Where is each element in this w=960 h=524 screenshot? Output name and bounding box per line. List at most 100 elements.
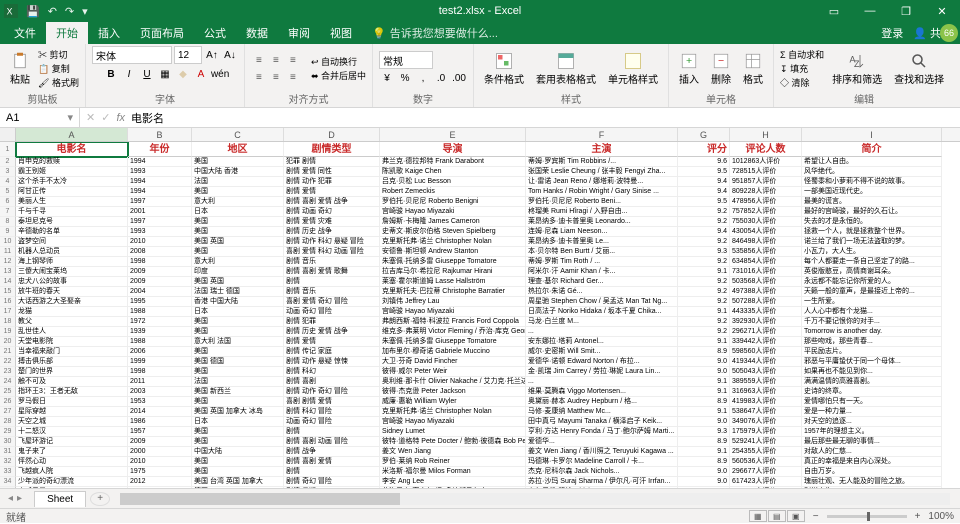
data-cell[interactable]: 田中真弓 Mayumi Tanaka / 横泽启子 Keik... xyxy=(526,417,678,427)
data-cell[interactable]: 9.2 xyxy=(678,277,730,287)
data-cell[interactable]: 威廉·惠勒 William Wyler xyxy=(380,397,526,407)
data-cell[interactable]: 剧情 奇幻 冒险 xyxy=(284,477,380,487)
data-cell[interactable]: 拉吉库马尔·希拉尼 Rajkumar Hirani xyxy=(380,267,526,277)
data-cell[interactable]: 剧情 爱情 xyxy=(284,187,380,197)
data-cell[interactable]: 本·贝尔特 Ben Burtt / 艾丽... xyxy=(526,247,678,257)
data-cell[interactable]: 这个杀手不太冷 xyxy=(16,177,128,187)
data-cell[interactable]: 周星驰 Stephen Chow / 吴孟达 Man Tat Ng... xyxy=(526,297,678,307)
data-cell[interactable]: 希望让人自由。 xyxy=(802,157,942,167)
data-cell[interactable]: 美国 英国 xyxy=(192,237,284,247)
data-cell[interactable]: 阿米尔·汗 Aamir Khan / 卡... xyxy=(526,267,678,277)
cell-style-button[interactable]: 单元格样式 xyxy=(604,50,662,88)
data-cell[interactable]: 宫崎骏 Hayao Miyazaki xyxy=(380,207,526,217)
underline-button[interactable]: U xyxy=(139,66,155,82)
data-cell[interactable]: 美国 xyxy=(192,467,284,477)
data-cell[interactable]: 姜文 Wen Jiang / 香川照之 Teruyuki Kagawa ... xyxy=(526,447,678,457)
data-cell[interactable]: 喜剧 爱情 奇幻 冒险 xyxy=(284,297,380,307)
data-cell[interactable]: 剧情 爱情 xyxy=(284,337,380,347)
data-cell[interactable]: 1939 xyxy=(128,327,192,337)
data-cell[interactable]: 一部美国近现代史。 xyxy=(802,187,942,197)
data-cell[interactable]: 安德鲁·斯坦顿 Andrew Stanton xyxy=(380,247,526,257)
data-cell[interactable]: 奥利维·那卡什 Olivier Nakache / 艾力克·托兰达 Eric T… xyxy=(380,377,526,387)
data-cell[interactable]: 阿甘正传 xyxy=(16,187,128,197)
data-cell[interactable]: 美国 xyxy=(192,187,284,197)
data-cell[interactable]: 2011 xyxy=(128,377,192,387)
data-cell[interactable]: 宫崎骏 Hayao Miyazaki xyxy=(380,307,526,317)
data-cell[interactable]: 503568人评价 xyxy=(730,277,802,287)
data-cell[interactable]: 美国 xyxy=(192,247,284,257)
data-cell[interactable]: 十二怒汉 xyxy=(16,427,128,437)
data-cell[interactable]: 497388人评价 xyxy=(730,287,802,297)
zoom-in-icon[interactable]: + xyxy=(915,511,921,522)
restore-icon[interactable]: ❐ xyxy=(888,0,924,22)
data-cell[interactable]: 755030人评价 xyxy=(730,217,802,227)
data-cell[interactable]: 如果再也不能见到你... xyxy=(802,367,942,377)
fill-color-button[interactable]: ◆ xyxy=(175,66,191,82)
data-cell[interactable]: 1997 xyxy=(128,217,192,227)
data-cell[interactable]: 2000 xyxy=(128,447,192,457)
row-header[interactable]: 14 xyxy=(0,277,16,287)
data-cell[interactable]: 弗兰克·德拉邦特 Frank Darabont xyxy=(380,157,526,167)
data-cell[interactable]: 9.1 xyxy=(678,377,730,387)
name-box[interactable]: A1 ▾ xyxy=(0,108,80,127)
header-cell[interactable]: 地区 xyxy=(192,142,284,157)
col-header-D[interactable]: D xyxy=(284,128,380,141)
data-cell[interactable]: 剧情 战争 xyxy=(284,447,380,457)
row-header[interactable]: 2 xyxy=(0,157,16,167)
zoom-out-icon[interactable]: − xyxy=(813,511,819,522)
data-cell[interactable]: 1998 xyxy=(128,257,192,267)
view-normal-icon[interactable]: ▦ xyxy=(749,510,767,522)
col-header-B[interactable]: B xyxy=(128,128,192,141)
data-cell[interactable]: 盗梦空间 xyxy=(16,237,128,247)
data-cell[interactable]: 朱塞佩·托纳多雷 Giuseppe Tornatore xyxy=(380,257,526,267)
tab-home[interactable]: 开始 xyxy=(46,22,88,44)
data-cell[interactable]: 犯罪 剧情 xyxy=(284,157,380,167)
data-cell[interactable]: 9.1 xyxy=(678,307,730,317)
data-cell[interactable]: 大卫·芬奇 David Fincher xyxy=(380,357,526,367)
merge-button[interactable]: ⬌ 合并后居中 xyxy=(311,69,366,82)
data-cell[interactable]: 剧情 犯罪 xyxy=(284,317,380,327)
data-cell[interactable]: 肖申克的救赎 xyxy=(16,157,128,167)
fx-icon[interactable]: fx xyxy=(116,112,125,124)
data-cell[interactable]: 1986 xyxy=(128,417,192,427)
align-bot-icon[interactable]: ≡ xyxy=(285,52,301,68)
data-cell[interactable]: 泰坦尼克号 xyxy=(16,217,128,227)
data-cell[interactable]: 千与千寻 xyxy=(16,207,128,217)
data-cell[interactable]: 龙猫 xyxy=(16,307,128,317)
font-color-button[interactable]: A xyxy=(193,66,209,82)
tab-layout[interactable]: 页面布局 xyxy=(130,22,194,44)
data-cell[interactable]: 日本 xyxy=(192,307,284,317)
data-cell[interactable]: 意大利 法国 xyxy=(192,337,284,347)
paste-button[interactable]: 粘贴 xyxy=(6,50,34,88)
data-cell[interactable]: 苏拉·沙玛 Suraj Sharma / 伊尔凡·可汗 Irrfan... xyxy=(526,477,678,487)
data-cell[interactable]: 2009 xyxy=(128,267,192,277)
data-cell[interactable]: 9.2 xyxy=(678,317,730,327)
data-cell[interactable]: 人人心中都有个龙猫... xyxy=(802,307,942,317)
data-cell[interactable]: 美丽人生 xyxy=(16,197,128,207)
data-cell[interactable]: 剧情 历史 爱情 战争 xyxy=(284,327,380,337)
data-cell[interactable]: 对敌人的仁慈... xyxy=(802,447,942,457)
row-header[interactable]: 30 xyxy=(0,437,16,447)
align-center-icon[interactable]: ≡ xyxy=(268,69,284,85)
data-cell[interactable]: 蒂姆·罗斯 Tim Roth / ... xyxy=(526,257,678,267)
data-cell[interactable]: 8.9 xyxy=(678,397,730,407)
tell-me[interactable]: 💡 告诉我您想要做什么... xyxy=(372,25,498,41)
row-header[interactable]: 13 xyxy=(0,267,16,277)
row-header[interactable]: 34 xyxy=(0,477,16,487)
data-cell[interactable]: 诺兰给了我们一场无法盗取的梦。 xyxy=(802,237,942,247)
header-cell[interactable]: 简介 xyxy=(802,142,942,157)
data-cell[interactable]: 彼特·道格特 Pete Docter / 鲍勃·彼德森 Bob Peterson xyxy=(380,437,526,447)
tab-formulas[interactable]: 公式 xyxy=(194,22,236,44)
row-header[interactable]: 6 xyxy=(0,197,16,207)
zoom-slider[interactable] xyxy=(827,515,907,518)
number-format-input[interactable] xyxy=(379,51,433,69)
data-cell[interactable]: 538647人评价 xyxy=(730,407,802,417)
row-header[interactable]: 11 xyxy=(0,247,16,257)
data-cell[interactable]: 剧情 音乐 xyxy=(284,287,380,297)
font-size-input[interactable] xyxy=(174,46,202,64)
data-cell[interactable]: 9.3 xyxy=(678,247,730,257)
data-cell[interactable]: 9.1 xyxy=(678,387,730,397)
data-cell[interactable]: 最后那些最无聊的事情... xyxy=(802,437,942,447)
data-cell[interactable]: 9.3 xyxy=(678,427,730,437)
data-cell[interactable]: 剧情 动作 科幻 悬疑 冒险 xyxy=(284,237,380,247)
